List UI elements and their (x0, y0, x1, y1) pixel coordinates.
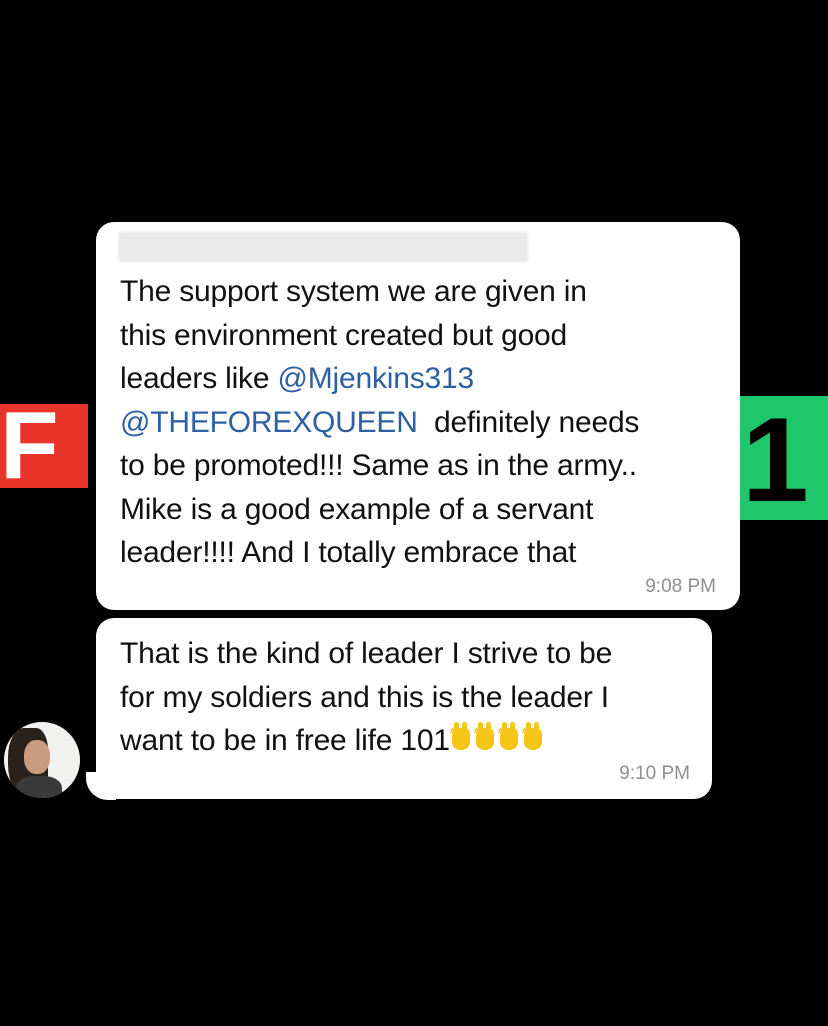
message-line: to be promoted!!! Same as in the army.. (120, 444, 720, 488)
message-line: leaders like @Mjenkins313 (120, 357, 720, 401)
message-line: The support system we are given in (120, 270, 720, 314)
mention-link[interactable]: @THEFOREXQUEEN (120, 406, 418, 439)
message-line-text: for my soldiers and this is the leader I (120, 680, 609, 714)
message-line-text: want to be in free life 101 (120, 724, 450, 757)
message-line: @THEFOREXQUEEN definitely needs (120, 401, 720, 445)
message-line-text: Mike is a good example of a servant (120, 492, 594, 526)
message-line-text: definitely needs (417, 405, 640, 439)
raising-hands-icon: ˄˄˄ (498, 722, 520, 752)
message-line: That is the kind of leader I strive to b… (120, 632, 694, 676)
message-line: want to be in free life 101˄˄˄˄˄˄˄˄˄˄˄˄ (120, 719, 694, 765)
message-line: for my soldiers and this is the leader I (120, 676, 694, 720)
message-timestamp: 9:08 PM (645, 576, 716, 597)
message-line-text: to be promoted!!! Same as in the army.. (120, 449, 637, 482)
message-line: this environment created but good (120, 314, 720, 358)
background-logo-right: 1 (740, 396, 828, 520)
background-logo-left: F (0, 404, 88, 488)
emoji-group: ˄˄˄˄˄˄˄˄˄˄˄˄ (450, 721, 546, 765)
redacted-sender-name (118, 232, 528, 262)
message-line-text: this environment created but good (120, 318, 568, 352)
message-line-text: The support system we are given in (120, 275, 587, 308)
message-text: The support system we are given in this e… (120, 270, 720, 575)
message-line: leader!!!! And I totally embrace that (120, 531, 720, 575)
raising-hands-icon: ˄˄˄ (474, 722, 496, 752)
message-line-text: leader!!!! And I totally embrace that (120, 536, 577, 569)
message-bubble-2[interactable]: That is the kind of leader I strive to b… (96, 618, 712, 799)
sender-avatar[interactable] (4, 722, 80, 798)
raising-hands-icon: ˄˄˄ (450, 722, 472, 752)
raising-hands-icon: ˄˄˄ (522, 722, 544, 752)
message-line-text: That is the kind of leader I strive to b… (120, 637, 613, 670)
message-line-text: leaders like (120, 362, 278, 395)
message-bubble-1[interactable]: The support system we are given in this e… (96, 222, 740, 610)
message-line: Mike is a good example of a servant (120, 488, 720, 532)
mention-link[interactable]: @Mjenkins313 (277, 362, 474, 395)
message-timestamp: 9:10 PM (619, 763, 690, 784)
message-text: That is the kind of leader I strive to b… (120, 632, 694, 765)
